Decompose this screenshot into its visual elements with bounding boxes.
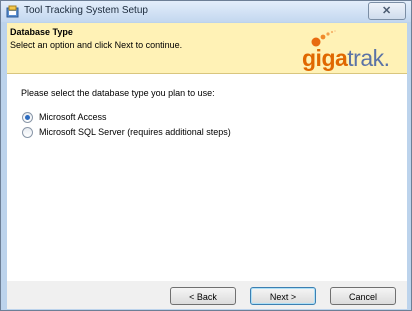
logo-giga: giga bbox=[302, 45, 348, 71]
page-title: Database Type bbox=[10, 27, 73, 37]
gigatrak-logo: gigatrak. bbox=[299, 27, 405, 71]
header-banner: Database Type Select an option and click… bbox=[7, 23, 407, 74]
cancel-button[interactable]: Cancel bbox=[330, 287, 396, 305]
title-bar: Tool Tracking System Setup ✕ bbox=[1, 1, 411, 22]
window-title: Tool Tracking System Setup bbox=[24, 5, 148, 16]
setup-icon bbox=[6, 5, 19, 18]
close-button[interactable]: ✕ bbox=[368, 2, 406, 20]
logo-trak: trak. bbox=[347, 45, 390, 71]
content-panel: Please select the database type you plan… bbox=[7, 74, 407, 281]
button-bar: < Back Next > Cancel bbox=[7, 281, 407, 309]
page-subtitle: Select an option and click Next to conti… bbox=[10, 40, 183, 50]
next-button[interactable]: Next > bbox=[250, 287, 316, 305]
sql-server-label[interactable]: Microsoft SQL Server (requires additiona… bbox=[39, 127, 231, 137]
database-type-prompt: Please select the database type you plan… bbox=[21, 88, 215, 98]
back-button[interactable]: < Back bbox=[170, 287, 236, 305]
close-icon: ✕ bbox=[382, 5, 392, 17]
sql-server-radio[interactable] bbox=[22, 127, 33, 138]
access-label[interactable]: Microsoft Access bbox=[39, 112, 107, 122]
access-radio[interactable] bbox=[22, 112, 33, 123]
setup-window: Tool Tracking System Setup ✕ Database Ty… bbox=[0, 0, 412, 311]
